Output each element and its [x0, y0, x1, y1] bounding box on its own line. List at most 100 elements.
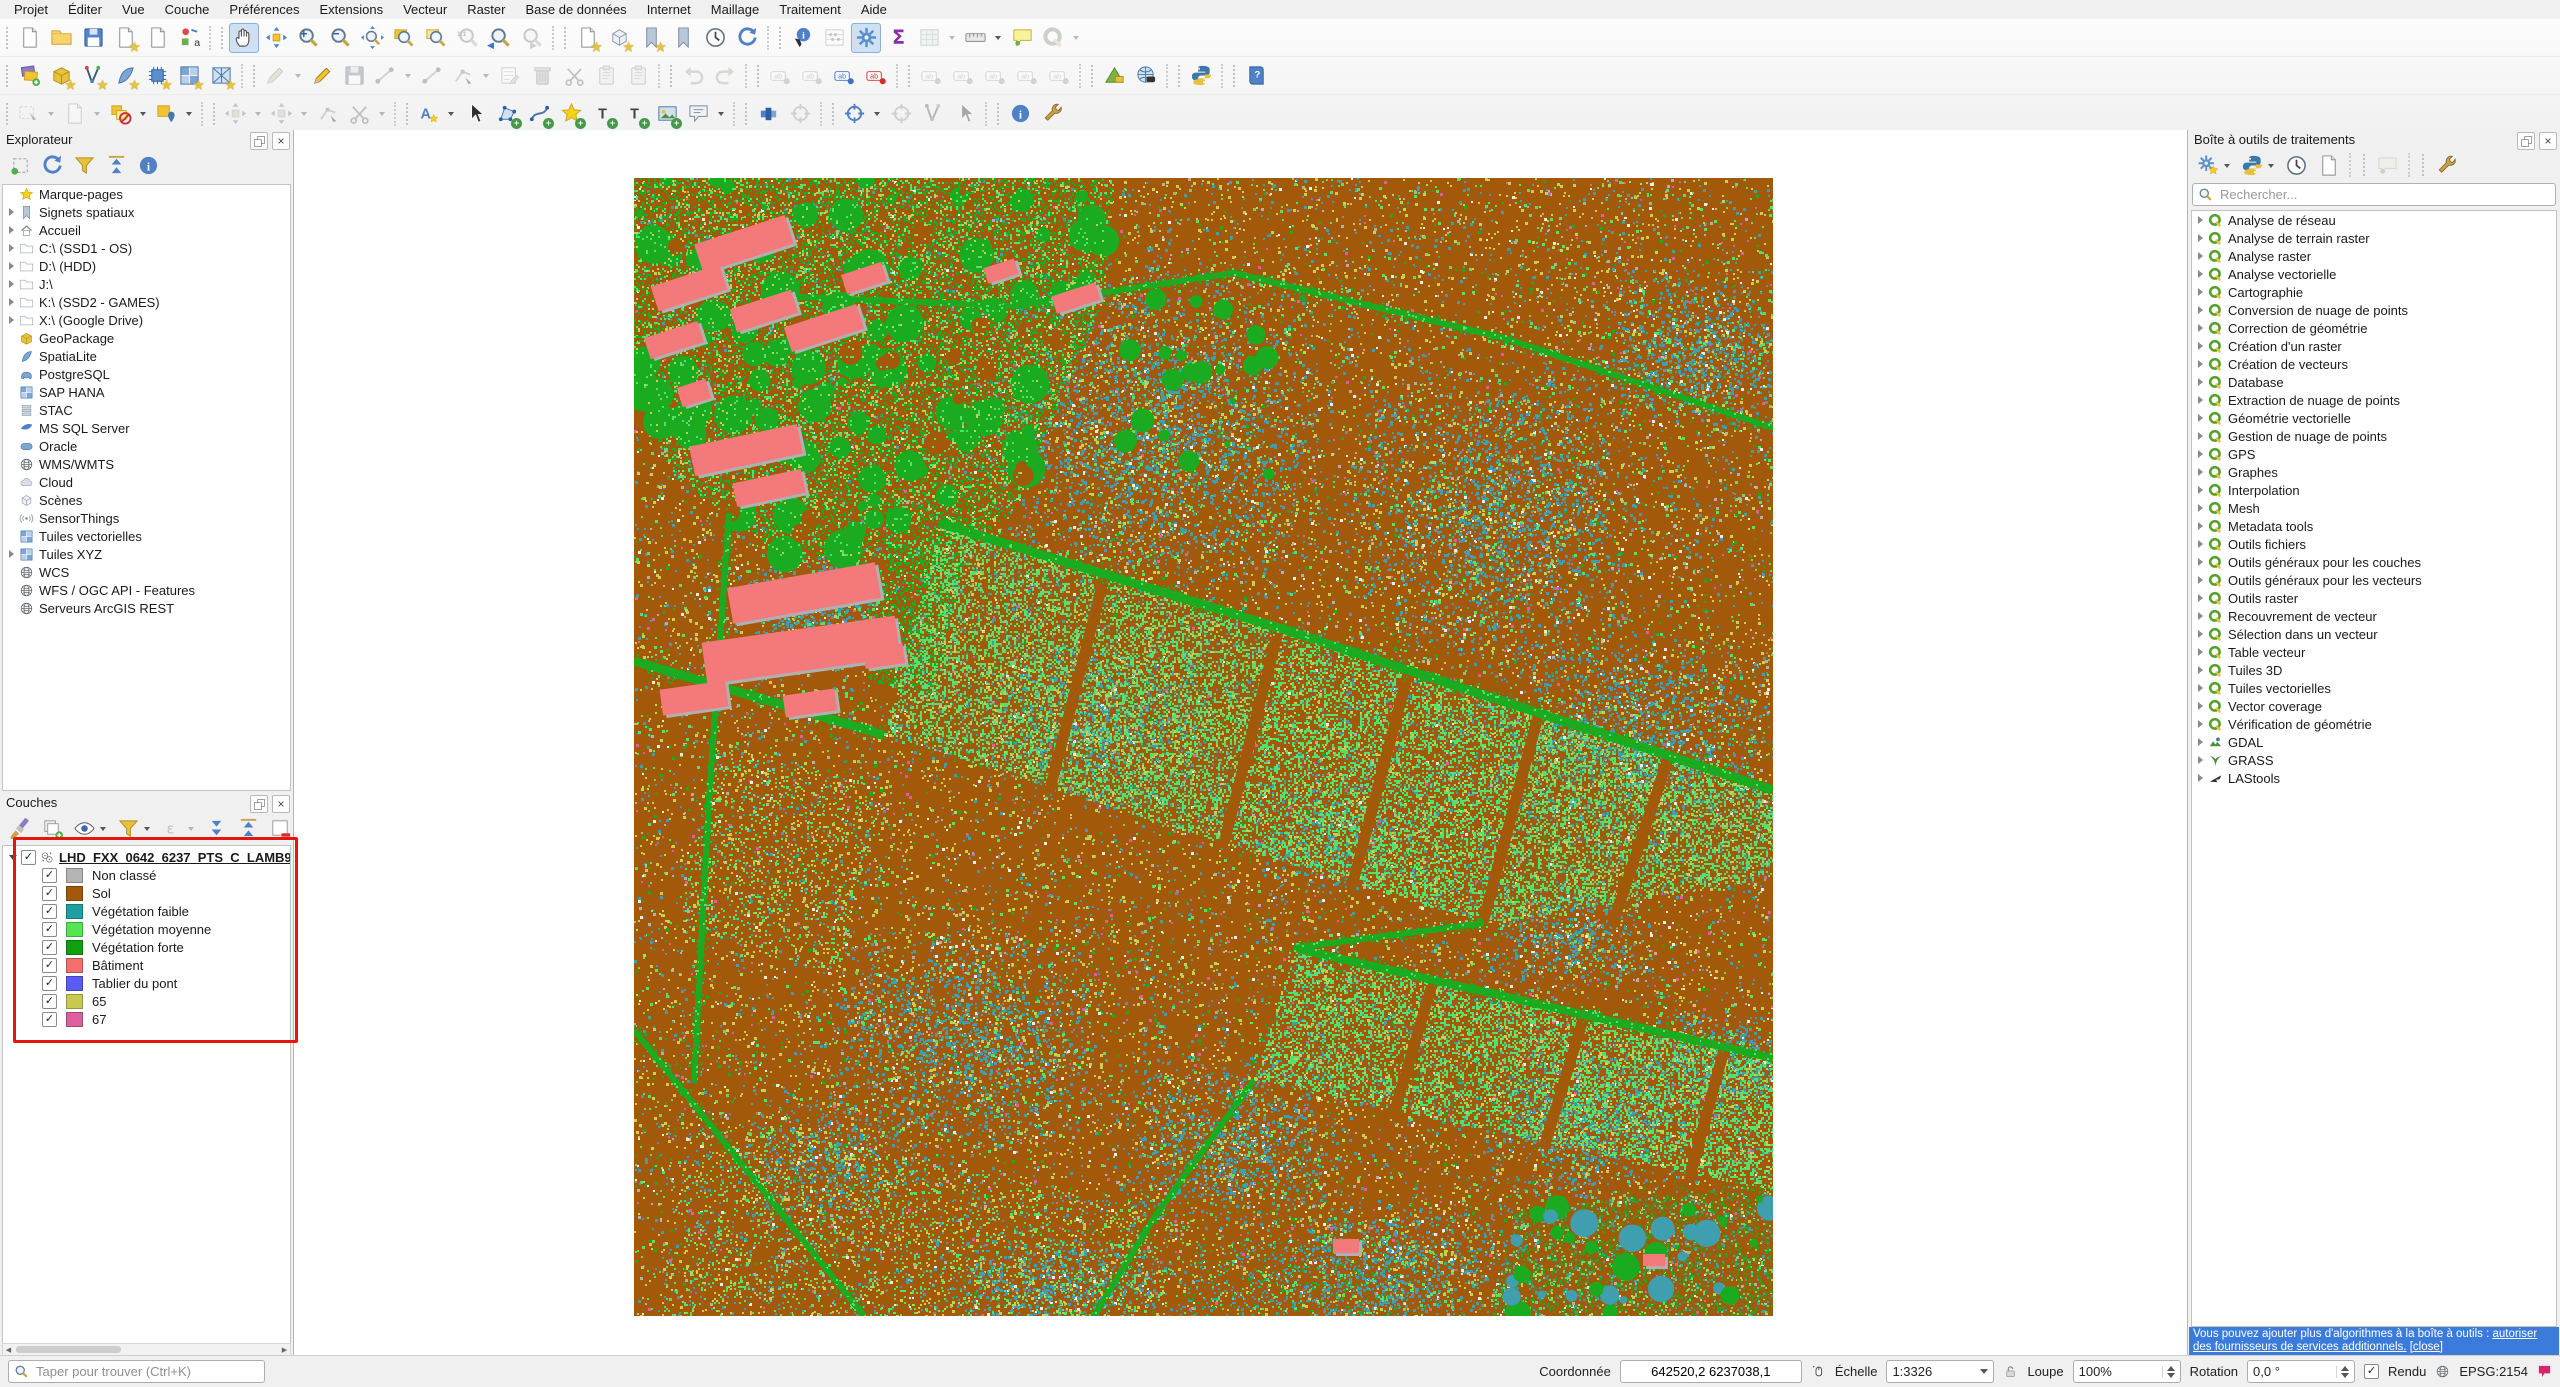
vertex-tool-button[interactable] — [449, 61, 493, 91]
spin-up-icon[interactable] — [2167, 1366, 2175, 1371]
rotate-features-button[interactable] — [313, 99, 343, 129]
toolbox-group-mesh[interactable]: Mesh — [2192, 499, 2556, 517]
browser-item-stac[interactable]: STAC — [3, 401, 290, 419]
style-dock-button[interactable] — [174, 23, 204, 53]
delete-selected-button[interactable] — [527, 61, 557, 91]
rotate-point-symbols-button[interactable] — [785, 99, 815, 129]
python-scripts-button[interactable] — [2238, 151, 2278, 179]
expand-icon[interactable] — [2198, 504, 2203, 512]
help-contents-button[interactable] — [1241, 61, 1271, 91]
expand-icon[interactable] — [9, 550, 14, 558]
browser-item-x-google-drive[interactable]: X:\ (Google Drive) — [3, 311, 290, 329]
magnifier-spin[interactable]: 100% — [2073, 1360, 2181, 1383]
toolbox-group-selection-dans-un-vecteur[interactable]: Sélection dans un vecteur — [2192, 625, 2556, 643]
browser-item-sensorthings[interactable]: SensorThings — [3, 509, 290, 527]
zoom-native-button[interactable]: 1:1 — [453, 23, 483, 53]
qgis-action-button[interactable] — [1039, 23, 1083, 53]
collapse-all-layers-button[interactable] — [234, 814, 262, 842]
browser-item-j[interactable]: J:\ — [3, 275, 290, 293]
toolbox-group-table-vecteur[interactable]: Table vecteur — [2192, 643, 2556, 661]
save-project-button[interactable] — [78, 23, 108, 53]
toolbox-group-graphes[interactable]: Graphes — [2192, 463, 2556, 481]
toolbox-group-recouvrement-de-vecteur[interactable]: Recouvrement de vecteur — [2192, 607, 2556, 625]
expand-icon[interactable] — [2198, 720, 2203, 728]
cut-features-button[interactable] — [559, 61, 589, 91]
add-group-button[interactable] — [38, 814, 66, 842]
legend-item-non-classe[interactable]: ✓Non classé — [3, 866, 290, 884]
expand-icon[interactable] — [9, 298, 14, 306]
add-point-cloud-layer-button[interactable]: ★ — [206, 61, 236, 91]
close-info-link[interactable]: [close] — [2410, 1341, 2443, 1353]
copy-features-button[interactable] — [591, 61, 621, 91]
legend-checkbox[interactable]: ✓ — [42, 1012, 57, 1027]
toolbox-group-verification-de-geometrie[interactable]: Vérification de géométrie — [2192, 715, 2556, 733]
toolbox-group-metadata-tools[interactable]: Metadata tools — [2192, 517, 2556, 535]
metasearch-button[interactable] — [1131, 61, 1161, 91]
expand-icon[interactable] — [2198, 666, 2203, 674]
redo-button[interactable] — [710, 61, 740, 91]
coordinate-capture-icon[interactable] — [1811, 1364, 1826, 1379]
new-print-layout-button[interactable]: ★ — [110, 23, 140, 53]
menu-traitement[interactable]: Traitement — [769, 1, 851, 18]
legend-checkbox[interactable]: ✓ — [42, 868, 57, 883]
add-vector-layer-button[interactable]: ★ — [78, 61, 108, 91]
legend-checkbox[interactable]: ✓ — [42, 976, 57, 991]
menu-internet[interactable]: Internet — [637, 1, 701, 18]
undo-button[interactable] — [678, 61, 708, 91]
temporal-controller-button[interactable] — [700, 23, 730, 53]
locator-input[interactable] — [34, 1363, 259, 1380]
open-data-source-manager-button[interactable] — [14, 61, 44, 91]
new-annotation-button[interactable] — [414, 99, 458, 129]
toolbox-group-grass[interactable]: GRASS — [2192, 751, 2556, 769]
expand-icon[interactable] — [2198, 522, 2203, 530]
add-feature-button[interactable] — [417, 61, 447, 91]
menu-extensions[interactable]: Extensions — [310, 1, 394, 18]
browser-properties-button[interactable] — [134, 151, 162, 179]
options-button[interactable] — [1037, 99, 1067, 129]
processing-toolbox-button[interactable] — [851, 23, 881, 53]
deselect-all-button[interactable] — [106, 99, 150, 129]
select-by-form-button[interactable] — [60, 99, 104, 129]
create-text-annotation-at-point-button[interactable]: + — [588, 99, 618, 129]
save-layer-edits-button[interactable] — [339, 61, 369, 91]
expand-icon[interactable] — [2198, 216, 2203, 224]
create-line-annotation-button[interactable]: + — [524, 99, 554, 129]
browser-item-tuiles-vectorielles[interactable]: Tuiles vectorielles — [3, 527, 290, 545]
toolbox-group-outils-generaux-pour-les-vecteurs[interactable]: Outils généraux pour les vecteurs — [2192, 571, 2556, 589]
expand-icon[interactable] — [9, 316, 14, 324]
chevron-down-icon[interactable] — [1980, 1369, 1988, 1374]
measure-line-button[interactable] — [961, 23, 1005, 53]
processing-history-button[interactable] — [2282, 151, 2310, 179]
layer-diagram-button[interactable] — [797, 61, 827, 91]
browser-item-postgresql[interactable]: PostgreSQL — [3, 365, 290, 383]
filter-legend-button[interactable] — [114, 814, 154, 842]
digitizing-tools-button[interactable] — [371, 61, 415, 91]
filter-by-expression-button[interactable] — [158, 814, 198, 842]
coordinate-box[interactable] — [1620, 1360, 1802, 1383]
create-text-annotation-button[interactable]: + — [620, 99, 650, 129]
create-polygon-annotation-button[interactable]: + — [492, 99, 522, 129]
expand-icon[interactable] — [2198, 396, 2203, 404]
zoom-next-button[interactable]: ▶ — [517, 23, 547, 53]
expand-icon[interactable] — [2198, 468, 2203, 476]
close-panel-icon[interactable]: × — [272, 795, 290, 813]
rotation-spin[interactable]: 0,0 ° — [2247, 1360, 2355, 1383]
toggle-editing-button[interactable] — [307, 61, 337, 91]
toolbox-group-geometrie-vectorielle[interactable]: Géométrie vectorielle — [2192, 409, 2556, 427]
expand-icon[interactable] — [2198, 306, 2203, 314]
select-features-button[interactable] — [14, 99, 58, 129]
gps-center-button[interactable] — [840, 99, 884, 129]
create-marker-annotation-button[interactable]: + — [556, 99, 586, 129]
gps-add-feature-button[interactable] — [918, 99, 948, 129]
browser-item-accueil[interactable]: Accueil — [3, 221, 290, 239]
create-picture-annotation-button[interactable]: + — [652, 99, 682, 129]
menu-vecteur[interactable]: Vecteur — [393, 1, 457, 18]
collapse-all-browser-button[interactable] — [102, 151, 130, 179]
menu-base-de-donnees[interactable]: Base de données — [515, 1, 636, 18]
locator-search[interactable] — [8, 1360, 265, 1383]
whats-this-button[interactable] — [1005, 99, 1035, 129]
browser-item-wcs[interactable]: WCS — [3, 563, 290, 581]
log-messages-icon[interactable] — [2537, 1364, 2552, 1379]
float-panel-icon[interactable] — [250, 795, 268, 813]
legend-checkbox[interactable]: ✓ — [42, 940, 57, 955]
